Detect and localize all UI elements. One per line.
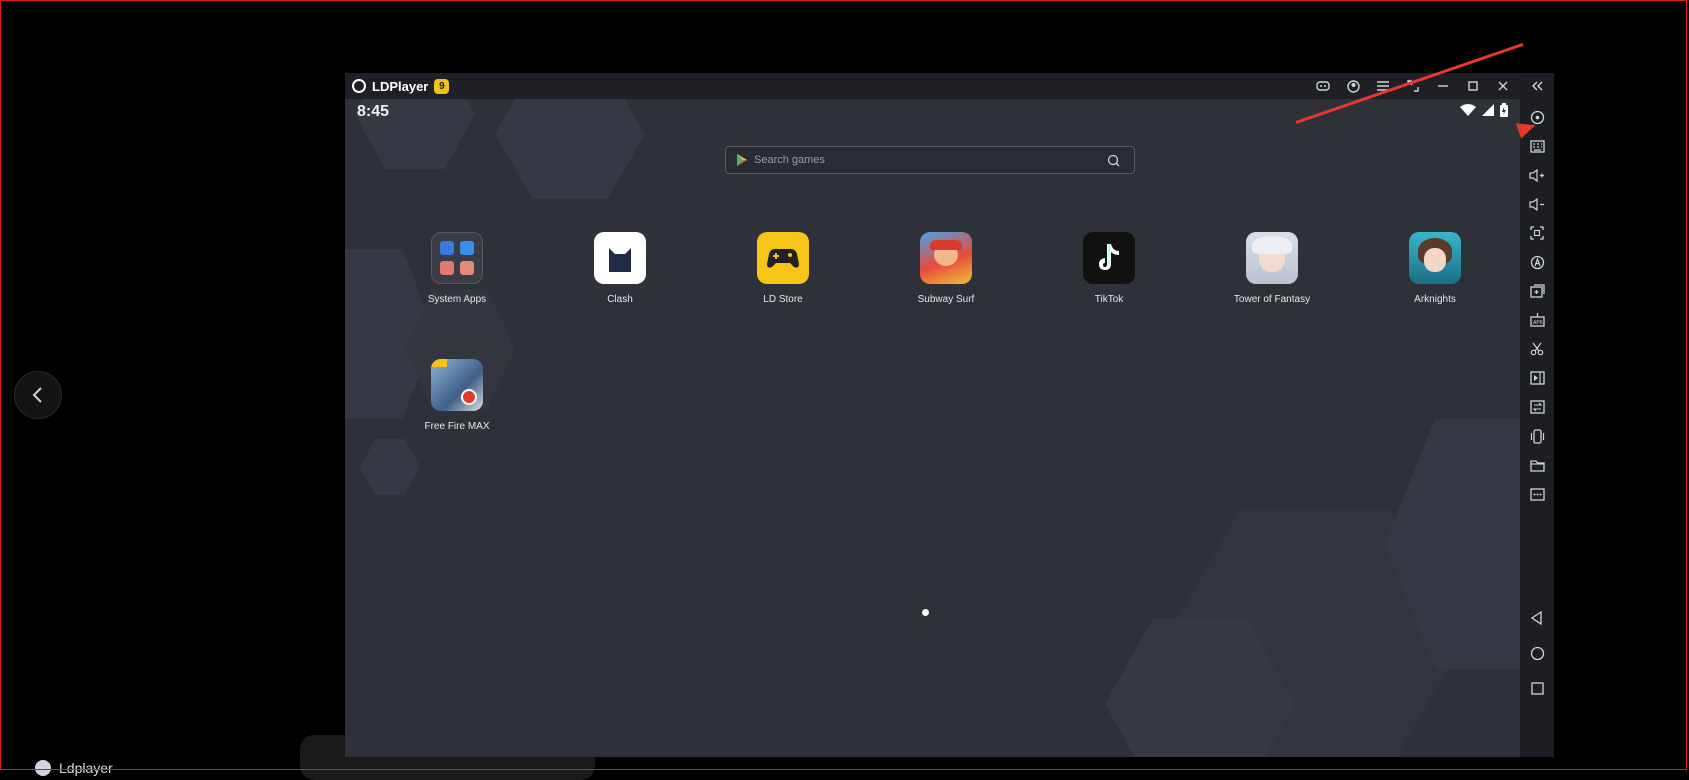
minimize-icon[interactable] xyxy=(1435,78,1451,94)
fullscreen-icon[interactable] xyxy=(1527,223,1547,243)
battery-icon xyxy=(1500,103,1508,117)
more-icon[interactable] xyxy=(1527,484,1547,504)
arknights-icon xyxy=(1409,232,1461,284)
record-video-icon[interactable] xyxy=(1527,368,1547,388)
status-icons xyxy=(1460,103,1508,117)
play-store-icon xyxy=(737,154,747,166)
cat-icon xyxy=(594,232,646,284)
right-toolbar: APK xyxy=(1520,73,1554,757)
background-hexagon xyxy=(495,99,645,199)
app-label: Subway Surf xyxy=(917,294,975,305)
app-label: Free Fire MAX xyxy=(424,421,490,432)
android-home-screen: 8:45 Search games System Apps Clash LD S… xyxy=(345,99,1520,757)
search-icon[interactable] xyxy=(1107,154,1120,167)
ldplayer-taskbar-icon xyxy=(35,760,51,776)
app-system-apps[interactable]: System Apps xyxy=(402,232,512,305)
home-icon[interactable] xyxy=(1527,643,1547,663)
tower-of-fantasy-icon xyxy=(1246,232,1298,284)
svg-text:APK: APK xyxy=(1533,320,1544,326)
app-subway-surf[interactable]: Subway Surf xyxy=(891,232,1001,305)
taskbar-ldplayer[interactable]: Ldplayer xyxy=(35,760,113,776)
app-arknights[interactable]: Arknights xyxy=(1380,232,1490,305)
app-label: Clash xyxy=(607,294,633,305)
app-clash[interactable]: Clash xyxy=(565,232,675,305)
app-label: LD Store xyxy=(763,294,803,305)
app-label: Tower of Fantasy xyxy=(1233,294,1311,305)
scissors-icon[interactable] xyxy=(1527,339,1547,359)
folder-icon xyxy=(431,232,483,284)
gamepad-icon xyxy=(757,232,809,284)
status-clock: 8:45 xyxy=(357,103,390,120)
app-tower-of-fantasy[interactable]: Tower of Fantasy xyxy=(1217,232,1327,305)
app-logo: LDPlayer 9 xyxy=(352,78,450,94)
previous-button[interactable] xyxy=(14,371,62,419)
free-fire-icon xyxy=(431,359,483,411)
subway-surf-icon xyxy=(920,232,972,284)
close-icon[interactable] xyxy=(1495,78,1511,94)
volume-down-icon[interactable] xyxy=(1527,194,1547,214)
chevron-left-icon xyxy=(32,387,42,403)
ldplayer-logo-icon xyxy=(352,79,366,93)
wifi-icon xyxy=(1460,104,1476,116)
account-icon[interactable] xyxy=(1345,78,1361,94)
background-hexagon xyxy=(360,439,420,495)
tiktok-icon xyxy=(1083,232,1135,284)
ldplayer-window: LDPlayer 9 8:45 Search games System Apps… xyxy=(345,73,1554,757)
taskbar-label: Ldplayer xyxy=(59,760,113,776)
app-tiktok[interactable]: TikTok xyxy=(1054,232,1164,305)
collapse-toolbar-icon[interactable] xyxy=(1527,76,1547,96)
recent-apps-icon[interactable] xyxy=(1527,678,1547,698)
install-apk-icon[interactable]: APK xyxy=(1527,310,1547,330)
auto-operation-icon[interactable] xyxy=(1527,252,1547,272)
maximize-icon[interactable] xyxy=(1465,78,1481,94)
search-input[interactable]: Search games xyxy=(725,146,1135,174)
signal-icon xyxy=(1482,104,1494,116)
page-indicator xyxy=(922,609,929,616)
app-ld-store[interactable]: LD Store xyxy=(728,232,838,305)
app-label: Arknights xyxy=(1414,294,1456,305)
multi-instance-icon[interactable] xyxy=(1527,281,1547,301)
app-label: TikTok xyxy=(1094,294,1124,305)
version-badge: 9 xyxy=(434,78,450,94)
title-bar: LDPlayer 9 xyxy=(345,73,1520,99)
app-free-fire-max[interactable]: Free Fire MAX xyxy=(402,359,512,432)
back-icon[interactable] xyxy=(1527,608,1547,628)
app-label: System Apps xyxy=(427,294,487,305)
keyboard-icon[interactable] xyxy=(1527,136,1547,156)
sync-icon[interactable] xyxy=(1527,397,1547,417)
gamepad-icon[interactable] xyxy=(1315,78,1331,94)
volume-up-icon[interactable] xyxy=(1527,165,1547,185)
search-placeholder: Search games xyxy=(754,154,825,166)
shake-icon[interactable] xyxy=(1527,426,1547,446)
folder-icon[interactable] xyxy=(1527,455,1547,475)
window-title: LDPlayer xyxy=(372,78,429,94)
